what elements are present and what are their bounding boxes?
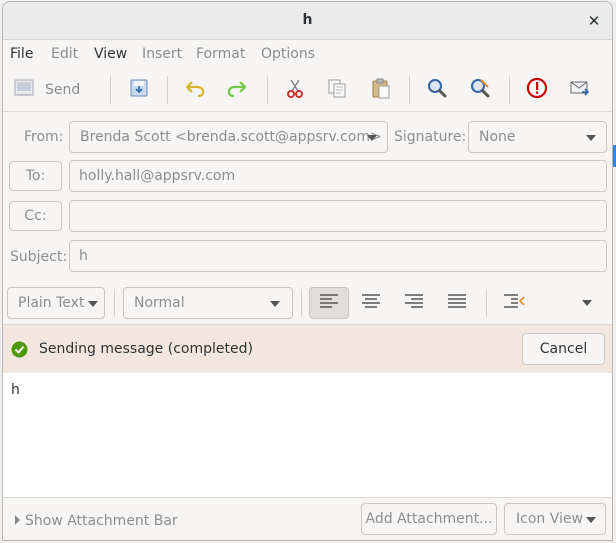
subject-label: Subject: — [10, 249, 68, 265]
success-check-icon — [11, 341, 28, 362]
chevron-down-icon — [586, 517, 596, 523]
cancel-label: Cancel — [539, 341, 588, 357]
menu-options[interactable]: Options — [261, 46, 315, 62]
menu-file[interactable]: File — [10, 46, 33, 62]
request-receipt-button[interactable] — [566, 76, 594, 104]
status-message: Sending message (completed) — [39, 341, 253, 357]
find-button[interactable] — [423, 76, 451, 104]
toolbar-separator — [114, 289, 115, 317]
cc-label: Cc: — [24, 208, 47, 224]
more-options-button[interactable] — [571, 287, 603, 319]
from-combo[interactable]: Brenda Scott <brenda.scott@appsrv.com> — [69, 121, 388, 153]
align-center-icon — [361, 293, 381, 313]
show-attachment-bar-label: Show Attachment Bar — [25, 512, 178, 529]
signature-value: None — [479, 129, 516, 145]
redo-button[interactable] — [223, 76, 251, 104]
toolbar-separator — [167, 76, 168, 104]
paste-button[interactable] — [367, 76, 395, 104]
menu-format[interactable]: Format — [196, 46, 245, 62]
paragraph-style-value: Normal — [134, 295, 185, 311]
menu-edit[interactable]: Edit — [51, 46, 78, 62]
to-label: To: — [25, 168, 46, 184]
signature-combo[interactable]: None — [468, 121, 607, 153]
view-mode-combo[interactable]: Icon View — [504, 503, 606, 535]
toolbar-separator — [486, 289, 487, 317]
align-right-icon — [404, 293, 424, 313]
show-attachment-bar-toggle[interactable]: Show Attachment Bar — [13, 511, 178, 530]
compose-window: h ✕ File Edit View Insert Format Options… — [2, 1, 613, 541]
unindent-button[interactable] — [494, 287, 534, 319]
editor-mode-combo[interactable]: Plain Text — [7, 287, 105, 319]
send-button[interactable]: Send — [13, 76, 93, 104]
chevron-down-icon — [586, 135, 596, 141]
cc-field[interactable] — [69, 200, 607, 232]
toolbar-separator — [267, 76, 268, 104]
add-attachment-label: Add Attachment... — [365, 511, 493, 527]
add-attachment-button[interactable]: Add Attachment... — [361, 503, 497, 535]
chevron-down-icon — [582, 300, 592, 306]
priority-button[interactable] — [523, 76, 551, 104]
toolbar-separator — [509, 76, 510, 104]
message-body-text: h — [11, 382, 20, 398]
cc-button[interactable]: Cc: — [9, 201, 62, 231]
unindent-icon — [503, 293, 525, 313]
undo-icon — [184, 77, 206, 103]
toolbar-separator — [409, 76, 410, 104]
menu-insert[interactable]: Insert — [142, 46, 182, 62]
menu-view[interactable]: View — [94, 46, 127, 62]
chevron-down-icon — [367, 135, 377, 141]
to-value: holly.hall@appsrv.com — [79, 168, 236, 184]
editor-mode-value: Plain Text — [18, 295, 85, 311]
send-label: Send — [45, 82, 81, 98]
align-center-button[interactable] — [351, 287, 391, 319]
copy-button[interactable] — [323, 76, 351, 104]
menu-bar: File Edit View Insert Format Options — [3, 40, 612, 68]
chevron-right-icon — [13, 511, 21, 530]
save-draft-button[interactable] — [125, 76, 153, 104]
copy-icon — [326, 77, 348, 103]
window-title: h — [302, 12, 313, 28]
format-toolbar: Plain Text Normal — [3, 283, 612, 325]
envelope-receipt-icon — [569, 77, 591, 103]
main-toolbar: Send — [3, 68, 612, 112]
priority-icon — [526, 77, 548, 103]
signature-label: Signature: — [394, 129, 467, 145]
align-justify-button[interactable] — [437, 287, 477, 319]
attachment-bar: Show Attachment Bar Add Attachment... Ic… — [3, 497, 612, 540]
to-field[interactable]: holly.hall@appsrv.com — [69, 160, 607, 192]
undo-button[interactable] — [181, 76, 209, 104]
from-value: Brenda Scott <brenda.scott@appsrv.com> — [80, 129, 382, 145]
cut-button[interactable] — [281, 76, 309, 104]
title-bar: h ✕ — [3, 2, 612, 40]
subject-value: h — [79, 248, 88, 264]
find-icon — [426, 77, 448, 103]
align-justify-icon — [447, 293, 467, 313]
paragraph-style-combo[interactable]: Normal — [123, 287, 293, 319]
save-draft-icon — [128, 77, 150, 103]
redo-icon — [226, 77, 248, 103]
paste-icon — [370, 77, 392, 103]
toolbar-separator — [301, 289, 302, 317]
close-icon[interactable]: ✕ — [584, 11, 604, 31]
send-status-bar: Sending message (completed) Cancel — [3, 325, 612, 373]
send-icon — [13, 77, 35, 103]
subject-field[interactable]: h — [69, 240, 607, 272]
message-body-editor[interactable]: h — [3, 373, 612, 497]
chevron-down-icon — [270, 301, 280, 307]
toolbar-separator — [110, 76, 111, 104]
cancel-button[interactable]: Cancel — [522, 333, 605, 365]
view-mode-value: Icon View — [516, 511, 583, 527]
align-left-icon — [319, 293, 339, 313]
find-replace-button[interactable] — [466, 76, 494, 104]
align-left-button[interactable] — [309, 287, 349, 319]
cut-icon — [284, 77, 306, 103]
align-right-button[interactable] — [394, 287, 434, 319]
to-button[interactable]: To: — [9, 161, 62, 191]
find-replace-icon — [469, 77, 491, 103]
chevron-down-icon — [88, 301, 98, 307]
from-label: From: — [24, 129, 64, 145]
